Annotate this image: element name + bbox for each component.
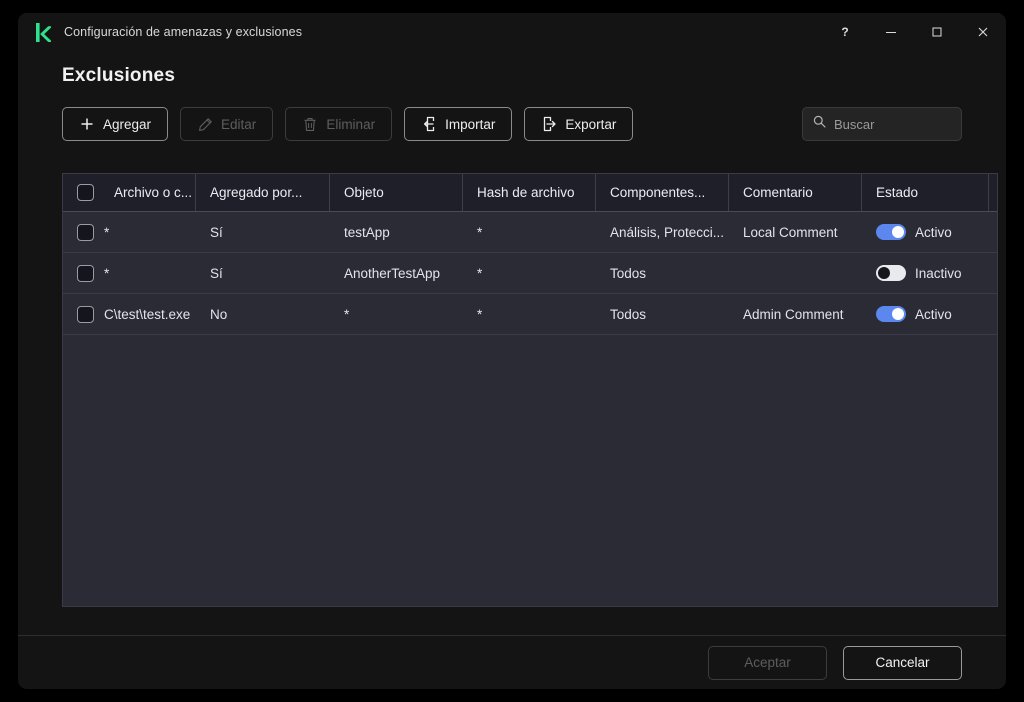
row-overflow-cell xyxy=(989,253,997,293)
edit-button-label: Editar xyxy=(221,116,257,132)
pencil-icon xyxy=(197,116,213,132)
exclusions-table: Archivo o c... Agregado por... Objeto Ha… xyxy=(62,173,998,607)
kaspersky-k-logo-icon xyxy=(34,22,52,42)
trash-icon xyxy=(302,116,318,132)
status-toggle[interactable] xyxy=(876,224,906,240)
row-hash-cell: * xyxy=(477,306,483,322)
row-components-cell: Todos xyxy=(610,265,647,281)
column-header-hash-label: Hash de archivo xyxy=(477,185,575,200)
row-object-cell: AnotherTestApp xyxy=(344,265,441,281)
column-header-components[interactable]: Componentes... xyxy=(596,174,729,211)
row-comment-cell xyxy=(729,253,862,293)
add-button-label: Agregar xyxy=(103,116,152,132)
row-file-value: * xyxy=(104,224,110,240)
row-status-label: Inactivo xyxy=(915,265,962,281)
status-toggle[interactable] xyxy=(876,306,906,322)
column-header-components-label: Componentes... xyxy=(610,185,706,200)
row-components-cell: Todos xyxy=(610,306,647,322)
row-hash-cell: * xyxy=(477,265,483,281)
column-header-comment-label: Comentario xyxy=(743,185,813,200)
search-input[interactable] xyxy=(834,116,1006,132)
delete-button-label: Eliminar xyxy=(326,116,376,132)
search-icon xyxy=(813,115,826,133)
table-header-row: Archivo o c... Agregado por... Objeto Ha… xyxy=(63,174,997,212)
row-overflow-cell xyxy=(989,212,997,252)
row-comment-cell: Admin Comment xyxy=(743,306,844,322)
row-status-cell: Inactivo xyxy=(862,253,989,293)
window-title: Configuración de amenazas y exclusiones xyxy=(64,25,303,39)
close-icon[interactable] xyxy=(960,13,1006,51)
row-checkbox[interactable] xyxy=(77,305,94,323)
row-status-label: Activo xyxy=(915,306,952,322)
row-components-cell: Análisis, Protecci... xyxy=(610,224,725,240)
window-controls: ? xyxy=(822,13,1006,51)
plus-icon xyxy=(79,116,95,132)
title-bar: Configuración de amenazas y exclusiones … xyxy=(18,13,1006,51)
column-header-object[interactable]: Objeto xyxy=(330,174,463,211)
import-icon xyxy=(421,116,437,132)
row-checkbox[interactable] xyxy=(77,223,94,241)
column-header-comment[interactable]: Comentario xyxy=(729,174,862,211)
row-status-cell: Activo xyxy=(862,294,989,334)
column-header-hash[interactable]: Hash de archivo xyxy=(463,174,596,211)
row-status-cell: Activo xyxy=(862,212,989,252)
column-header-status-label: Estado xyxy=(876,185,919,200)
row-added-by-cell: Sí xyxy=(210,224,223,240)
import-button-label: Importar xyxy=(445,116,496,132)
row-status-label: Activo xyxy=(915,224,952,240)
row-file-cell: * xyxy=(63,253,196,293)
footer: Aceptar Cancelar xyxy=(18,636,1006,689)
table-body: * Sí testApp * Análisis, Protecci... Loc… xyxy=(63,212,997,335)
delete-button[interactable]: Eliminar xyxy=(285,107,393,141)
export-button[interactable]: Exportar xyxy=(524,107,634,141)
column-header-object-label: Objeto xyxy=(344,185,384,200)
row-object-cell: testApp xyxy=(344,224,390,240)
column-header-added-by[interactable]: Agregado por... xyxy=(196,174,330,211)
row-comment-cell: Local Comment xyxy=(743,224,838,240)
minimize-icon[interactable] xyxy=(868,13,914,51)
row-file-cell: C\test\test.exe xyxy=(63,294,196,334)
column-header-file-label: Archivo o c... xyxy=(114,185,193,200)
table-row[interactable]: * Sí testApp * Análisis, Protecci... Loc… xyxy=(63,212,997,253)
row-added-by-cell: No xyxy=(210,306,228,322)
toolbar: Agregar Editar Eliminar Importar Exporta… xyxy=(62,107,1006,141)
status-toggle[interactable] xyxy=(876,265,906,281)
import-button[interactable]: Importar xyxy=(404,107,513,141)
export-icon xyxy=(541,116,557,132)
column-header-added-by-label: Agregado por... xyxy=(210,185,303,200)
table-row[interactable]: * Sí AnotherTestApp * Todos Inactivo xyxy=(63,253,997,294)
export-button-label: Exportar xyxy=(565,116,617,132)
row-object-cell: * xyxy=(344,306,350,322)
page-title: Exclusiones xyxy=(62,65,176,86)
column-header-overflow xyxy=(989,174,997,211)
table-row[interactable]: C\test\test.exe No * * Todos Admin Comme… xyxy=(63,294,997,335)
search-box[interactable] xyxy=(802,107,1006,141)
edit-button[interactable]: Editar xyxy=(180,107,274,141)
row-file-cell: * xyxy=(63,212,196,252)
select-all-checkbox[interactable] xyxy=(77,184,94,201)
dialog-window: Configuración de amenazas y exclusiones … xyxy=(18,13,1006,689)
row-file-value: * xyxy=(104,265,110,281)
maximize-icon[interactable] xyxy=(914,13,960,51)
row-file-value: C\test\test.exe xyxy=(104,306,191,322)
cancel-button[interactable]: Cancelar xyxy=(843,645,962,680)
column-header-file[interactable]: Archivo o c... xyxy=(63,174,196,211)
column-header-status[interactable]: Estado xyxy=(862,174,989,211)
add-button[interactable]: Agregar xyxy=(62,107,169,141)
help-icon[interactable]: ? xyxy=(822,13,868,51)
accept-button[interactable]: Aceptar xyxy=(708,645,827,680)
row-checkbox[interactable] xyxy=(77,264,94,282)
row-added-by-cell: Sí xyxy=(210,265,223,281)
svg-text:?: ? xyxy=(841,25,848,39)
row-hash-cell: * xyxy=(477,224,483,240)
row-overflow-cell xyxy=(989,294,997,334)
